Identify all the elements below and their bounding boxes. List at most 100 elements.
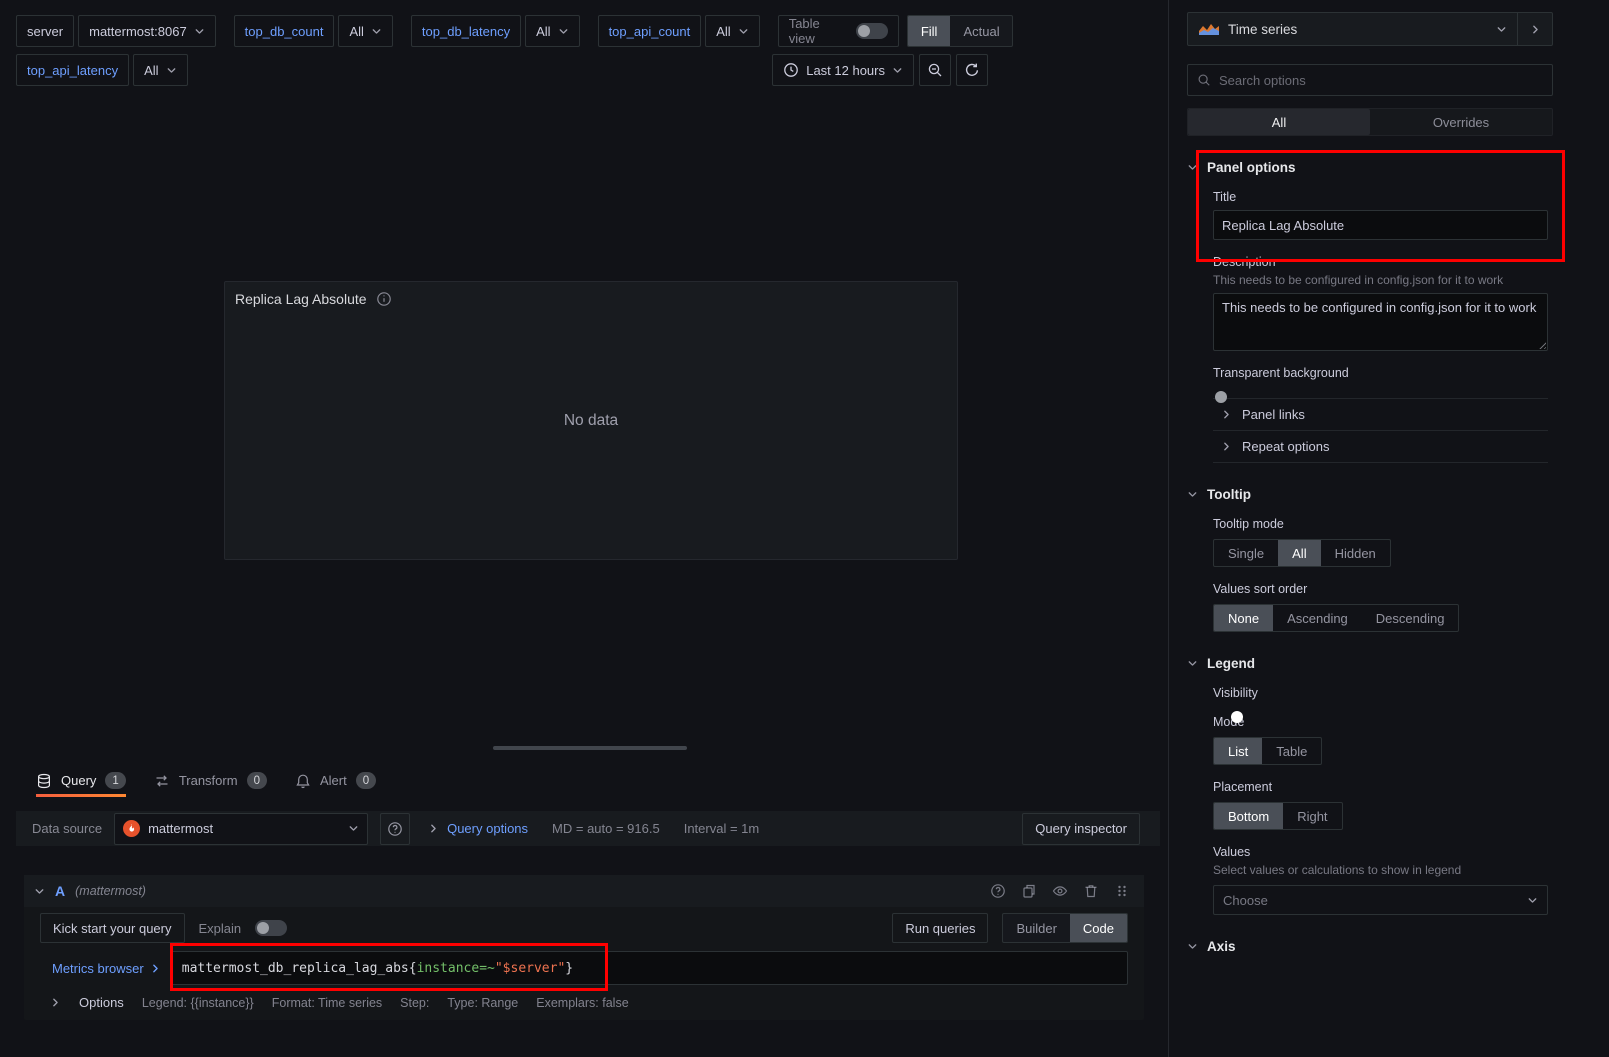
visualization-picker[interactable]: Time series <box>1188 13 1517 45</box>
drag-handle-icon[interactable] <box>1114 883 1130 899</box>
variable-value-text: mattermost:8067 <box>89 24 187 39</box>
panel-resize-handle[interactable] <box>493 746 687 750</box>
refresh-button[interactable] <box>956 54 988 86</box>
variable-value-top-db-latency[interactable]: All <box>525 15 579 47</box>
options-exemplars: Exemplars: false <box>536 996 628 1010</box>
variable-value-text: All <box>144 63 158 78</box>
viz-suggestions-toggle[interactable] <box>1518 13 1552 45</box>
legend-values-placeholder: Choose <box>1223 893 1268 908</box>
builder-option[interactable]: Builder <box>1003 914 1069 942</box>
datasource-select[interactable]: mattermost <box>114 813 368 845</box>
tooltip-mode-label: Tooltip mode <box>1213 517 1548 531</box>
query-row-header[interactable]: A (mattermost) <box>24 875 1144 907</box>
panel-header: Replica Lag Absolute <box>225 282 957 316</box>
display-controls: Table view Fill Actual <box>778 15 1013 47</box>
time-range-picker[interactable]: Last 12 hours <box>772 54 914 86</box>
tab-count-badge: 1 <box>105 772 125 789</box>
visualization-picker-bar: Time series <box>1187 12 1553 46</box>
fill-option[interactable]: Fill <box>908 16 951 46</box>
datasource-value: mattermost <box>148 821 213 836</box>
promql-brace: { <box>409 961 417 976</box>
tooltip-body: Tooltip mode Single All Hidden Values so… <box>1187 517 1553 632</box>
query-inspector-button[interactable]: Query inspector <box>1022 813 1140 845</box>
datasource-bar: Data source mattermost Query options MD … <box>16 811 1160 846</box>
datasource-label: Data source <box>32 821 102 836</box>
table-view-switch[interactable] <box>856 23 888 39</box>
variable-value-top-api-count[interactable]: All <box>705 15 759 47</box>
tab-all[interactable]: All <box>1188 109 1370 135</box>
query-help-icon[interactable] <box>990 883 1006 899</box>
repeat-options-row[interactable]: Repeat options <box>1213 430 1548 462</box>
search-input[interactable] <box>1219 73 1543 88</box>
tooltip-mode-all[interactable]: All <box>1278 540 1320 566</box>
chevron-right-icon <box>150 963 161 974</box>
variable-value-server[interactable]: mattermost:8067 <box>78 15 216 47</box>
legend-values-select[interactable]: Choose <box>1213 885 1548 915</box>
legend-placement-label: Placement <box>1213 780 1548 794</box>
explain-switch[interactable] <box>255 920 287 936</box>
section-axis[interactable]: Axis <box>1187 939 1553 954</box>
legend-values-label: Values <box>1213 845 1548 859</box>
zoom-out-button[interactable] <box>919 54 951 86</box>
legend-mode-list[interactable]: List <box>1214 738 1262 764</box>
section-tooltip[interactable]: Tooltip <box>1187 487 1553 502</box>
panel-options-body: Title Description This needs to be confi… <box>1187 190 1553 463</box>
tab-transform[interactable]: Transform 0 <box>154 764 267 797</box>
title-field-label: Title <box>1213 190 1548 204</box>
section-heading: Legend <box>1207 656 1255 671</box>
panel-title-input[interactable] <box>1213 210 1548 240</box>
sort-ascending[interactable]: Ascending <box>1273 605 1362 631</box>
transform-icon <box>154 773 170 789</box>
collapse-chevron-icon[interactable] <box>34 886 45 897</box>
section-legend[interactable]: Legend <box>1187 656 1553 671</box>
section-panel-options[interactable]: Panel options <box>1187 160 1553 175</box>
prometheus-icon <box>123 820 140 837</box>
panel-description-textarea[interactable]: This needs to be configured in config.js… <box>1213 293 1548 351</box>
delete-query-trash-icon[interactable] <box>1083 883 1099 899</box>
actual-option[interactable]: Actual <box>950 16 1012 46</box>
variable-value-top-api-latency[interactable]: All <box>133 54 187 86</box>
hide-query-eye-icon[interactable] <box>1052 883 1068 899</box>
tooltip-mode-hidden[interactable]: Hidden <box>1321 540 1390 566</box>
info-icon[interactable] <box>376 291 392 307</box>
legend-mode-label: Mode <box>1213 715 1548 729</box>
code-option[interactable]: Code <box>1070 914 1127 942</box>
panel-title: Replica Lag Absolute <box>235 291 367 307</box>
placement-right[interactable]: Right <box>1283 803 1341 829</box>
query-options-row[interactable]: Options Legend: {{instance}} Format: Tim… <box>40 995 1128 1010</box>
tab-query[interactable]: Query 1 <box>36 764 126 797</box>
variable-value-top-db-count[interactable]: All <box>338 15 392 47</box>
metrics-browser-label: Metrics browser <box>52 961 144 976</box>
sort-descending[interactable]: Descending <box>1362 605 1459 631</box>
variable-label-text: top_api_count <box>609 24 691 39</box>
kick-start-query-button[interactable]: Kick start your query <box>40 913 185 943</box>
duplicate-query-icon[interactable] <box>1021 883 1037 899</box>
chevron-down-icon <box>892 65 903 76</box>
panel-links-label: Panel links <box>1242 407 1305 422</box>
options-type: Type: Range <box>447 996 518 1010</box>
options-search[interactable] <box>1187 64 1553 96</box>
panel-options-collapsibles: Panel links Repeat options <box>1213 398 1548 463</box>
sort-none[interactable]: None <box>1214 605 1273 631</box>
run-queries-button[interactable]: Run queries <box>892 913 988 943</box>
topbar: server mattermost:8067 top_db_count All … <box>0 0 1168 86</box>
chevron-down-icon <box>1187 489 1198 500</box>
promql-expression-input[interactable]: mattermost_db_replica_lag_abs{instance=~… <box>171 951 1128 985</box>
panel-links-row[interactable]: Panel links <box>1213 398 1548 430</box>
topbar-row-2: top_api_latency All Last 12 hours <box>16 54 1168 86</box>
tooltip-mode-single[interactable]: Single <box>1214 540 1278 566</box>
metrics-browser-button[interactable]: Metrics browser <box>52 961 161 976</box>
legend-mode-table[interactable]: Table <box>1262 738 1321 764</box>
chevron-right-icon <box>428 823 439 834</box>
promql-operator: =~ <box>479 961 495 976</box>
placement-bottom[interactable]: Bottom <box>1214 803 1283 829</box>
tab-alert[interactable]: Alert 0 <box>295 764 376 797</box>
query-options-label: Query options <box>447 821 528 836</box>
query-options-toggle[interactable]: Query options <box>428 821 528 836</box>
datasource-help-button[interactable] <box>380 813 410 845</box>
variable-value-text: All <box>536 24 550 39</box>
tab-overrides[interactable]: Overrides <box>1370 109 1552 135</box>
variable-label-top-db-latency: top_db_latency <box>411 15 521 47</box>
legend-visibility-label: Visibility <box>1213 686 1548 700</box>
options-format: Format: Time series <box>272 996 382 1010</box>
